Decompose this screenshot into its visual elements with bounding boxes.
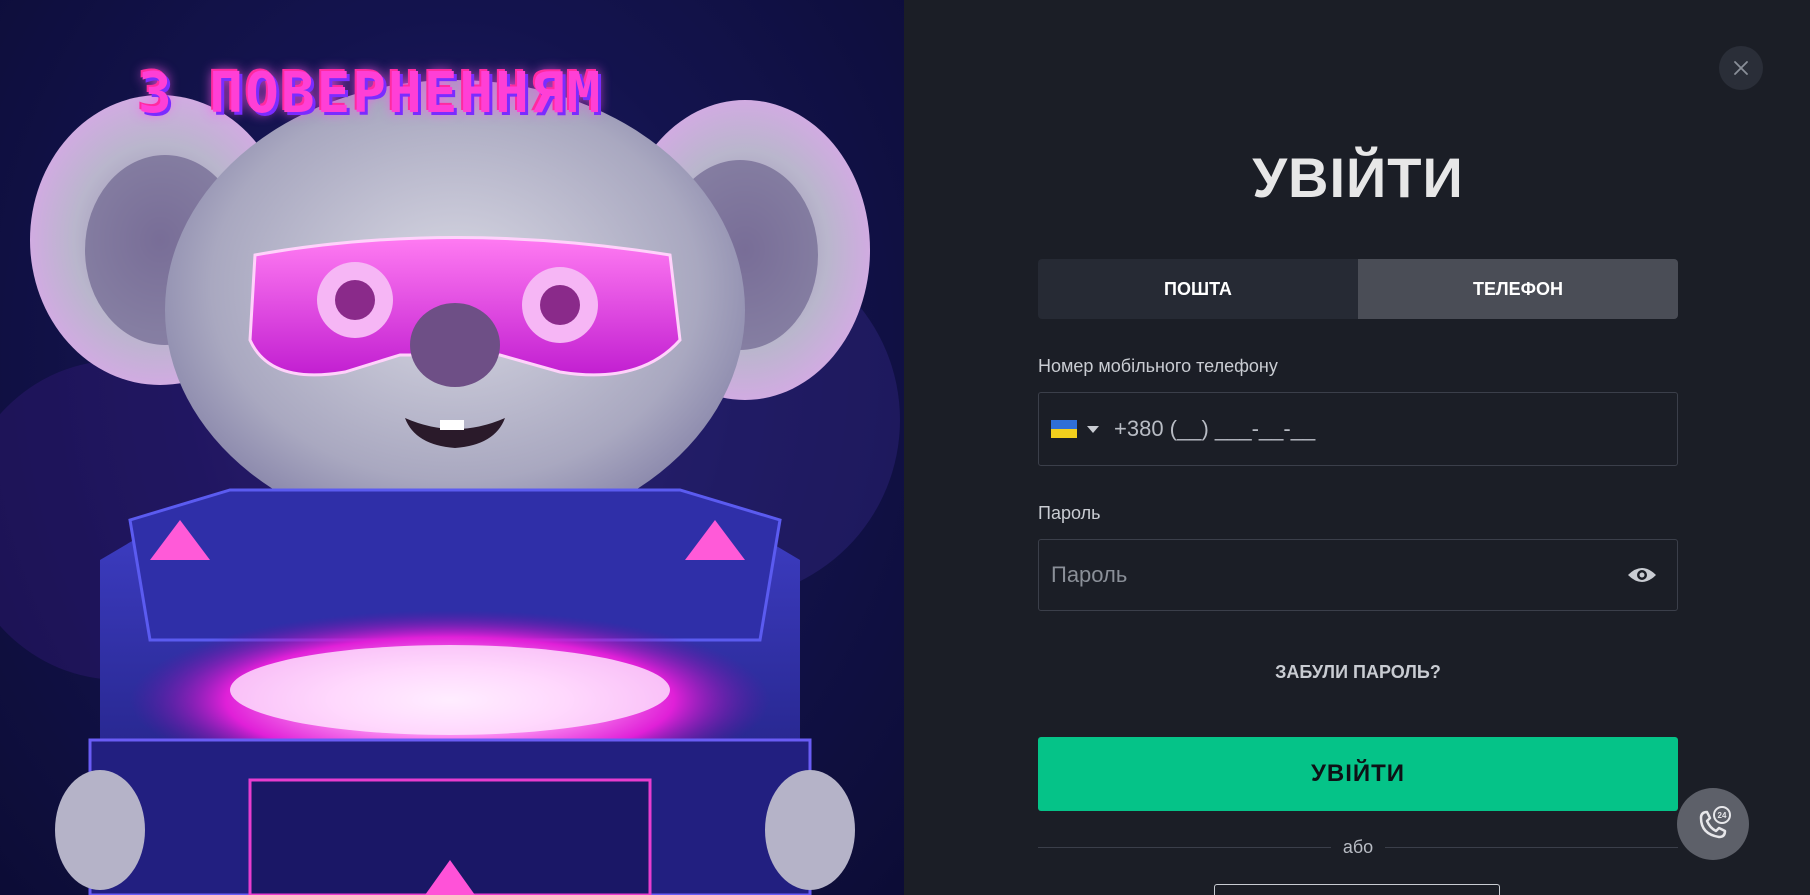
koala-treasure-illustration	[0, 0, 904, 895]
phone-input[interactable]: +380 (__) ___-__-__	[1114, 416, 1315, 442]
ukraine-flag-icon[interactable]	[1051, 420, 1077, 438]
close-icon	[1734, 61, 1748, 75]
tab-email[interactable]: ПОШТА	[1038, 259, 1358, 319]
svg-text:24: 24	[1718, 811, 1727, 820]
promo-title: З ПОВЕРНЕННЯМ	[138, 61, 603, 126]
alternative-login-button[interactable]	[1214, 884, 1500, 895]
password-field[interactable]: Пароль	[1038, 539, 1678, 611]
divider-line	[1385, 847, 1678, 848]
or-divider: або	[1038, 837, 1678, 858]
close-button[interactable]	[1719, 46, 1763, 90]
tab-phone[interactable]: ТЕЛЕФОН	[1358, 259, 1678, 319]
forgot-password-link[interactable]: ЗАБУЛИ ПАРОЛЬ?	[1038, 662, 1678, 683]
eye-icon[interactable]	[1627, 565, 1657, 585]
phone-label: Номер мобільного телефону	[1038, 356, 1278, 376]
support-24-icon: 24	[1699, 806, 1731, 839]
login-button[interactable]: УВІЙТИ	[1038, 737, 1678, 811]
support-button[interactable]: 24	[1677, 788, 1749, 860]
divider-line	[1038, 847, 1331, 848]
page-title: УВІЙТИ	[1252, 146, 1464, 209]
login-page: З ПОВЕРНЕННЯМ УВІЙТИ ПОШТА ТЕЛЕФОН Номер…	[0, 0, 1810, 895]
or-label: або	[1342, 837, 1374, 857]
chevron-down-icon[interactable]	[1087, 425, 1099, 433]
password-input[interactable]: Пароль	[1051, 562, 1627, 588]
promo-banner: З ПОВЕРНЕННЯМ	[0, 0, 904, 895]
login-method-tabs: ПОШТА ТЕЛЕФОН	[1038, 259, 1678, 319]
password-label: Пароль	[1038, 503, 1101, 523]
phone-field[interactable]: +380 (__) ___-__-__	[1038, 392, 1678, 466]
